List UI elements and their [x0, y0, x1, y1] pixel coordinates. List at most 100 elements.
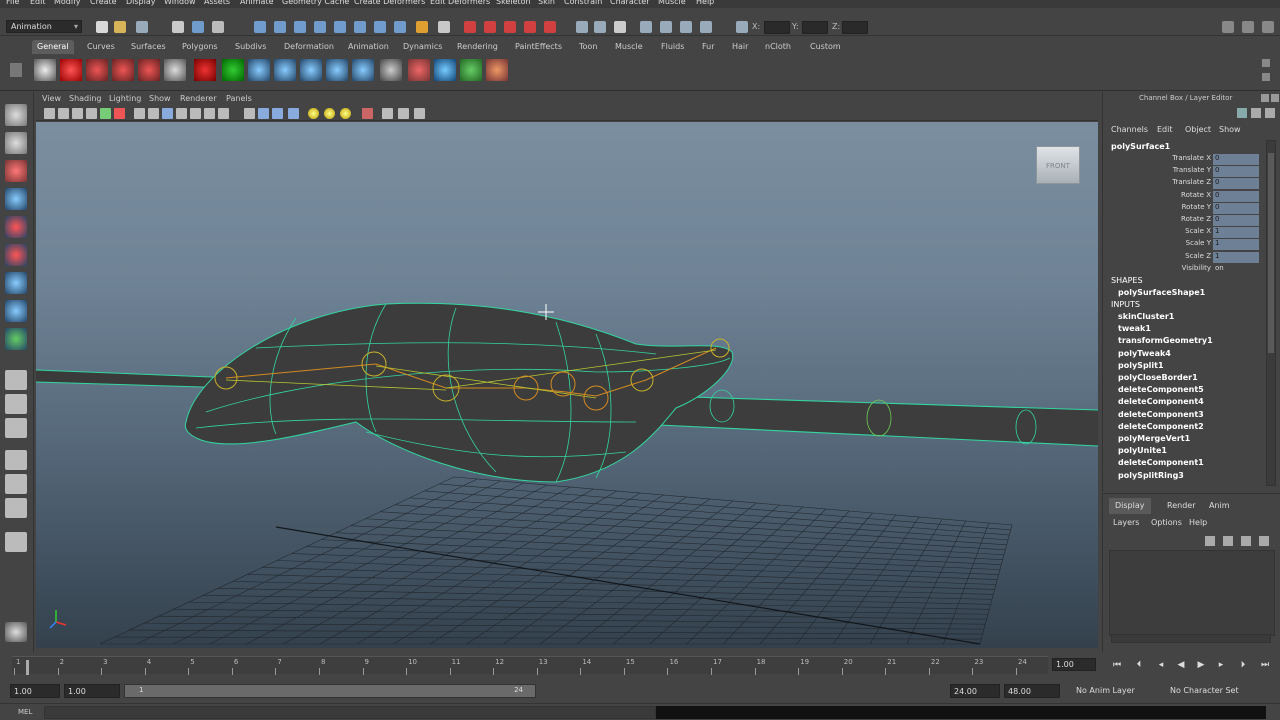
- grease-pencil-icon[interactable]: [114, 108, 125, 119]
- cluster-icon[interactable]: [300, 59, 322, 81]
- make-live-icon[interactable]: [544, 21, 556, 33]
- shelf-tab-surfaces[interactable]: Surfaces: [126, 40, 171, 54]
- wireframe-icon[interactable]: [244, 108, 255, 119]
- select-by-component-icon[interactable]: [212, 21, 224, 33]
- playback-end-field[interactable]: 24.00: [950, 684, 1000, 698]
- menu-create[interactable]: Create: [90, 0, 117, 6]
- menu-edit[interactable]: Edit: [1157, 125, 1173, 134]
- select-surfaces-icon[interactable]: [314, 21, 326, 33]
- channel-row[interactable]: Rotate Z0: [1103, 215, 1259, 227]
- channel-value[interactable]: 1: [1213, 239, 1259, 251]
- menu-character[interactable]: Character: [610, 0, 650, 6]
- current-time-indicator[interactable]: [26, 660, 29, 675]
- menu-skeleton[interactable]: Skeleton: [496, 0, 531, 6]
- camera-attributes-icon[interactable]: [58, 108, 69, 119]
- channel-row[interactable]: Translate Y0: [1103, 166, 1259, 178]
- aim-constraint-icon[interactable]: [460, 59, 482, 81]
- channel-row[interactable]: Scale X1: [1103, 227, 1259, 239]
- construction-history-icon[interactable]: [614, 21, 626, 33]
- paint-select-tool-icon[interactable]: [5, 160, 27, 182]
- select-rendering-icon[interactable]: [374, 21, 386, 33]
- channel-value[interactable]: 1: [1213, 251, 1259, 263]
- menu-show[interactable]: Show: [149, 94, 171, 103]
- perspective-viewport[interactable]: FRONT: [36, 122, 1098, 648]
- layout-settings-icon[interactable]: [5, 622, 27, 642]
- toggle-tool-settings-icon[interactable]: [1242, 21, 1254, 33]
- channel-layer-icon[interactable]: [1265, 108, 1275, 118]
- menu-muscle[interactable]: Muscle: [658, 0, 686, 6]
- field-chart-icon[interactable]: [190, 108, 201, 119]
- channel-box-scrollbar[interactable]: [1266, 140, 1276, 486]
- input-node[interactable]: deleteComponent4: [1118, 397, 1204, 406]
- shelf-tab-fluids[interactable]: Fluids: [656, 40, 689, 54]
- tab-render[interactable]: Render: [1161, 498, 1201, 514]
- menu-options[interactable]: Options: [1151, 518, 1182, 527]
- isolate-select-icon[interactable]: [362, 108, 373, 119]
- wireframe-on-shaded-icon[interactable]: [272, 108, 283, 119]
- shelf-tab-muscle[interactable]: Muscle: [610, 40, 648, 54]
- new-empty-layer-icon[interactable]: [1241, 536, 1251, 546]
- shelf-tab-custom[interactable]: Custom: [805, 40, 846, 54]
- all-lights-icon[interactable]: [324, 108, 335, 119]
- menu-animate[interactable]: Animate: [240, 0, 274, 6]
- layer-list[interactable]: [1109, 550, 1275, 636]
- save-scene-icon[interactable]: [136, 21, 148, 33]
- menu-panels[interactable]: Panels: [226, 94, 252, 103]
- step-back-frame-icon[interactable]: ⏴: [1134, 660, 1144, 670]
- select-camera-icon[interactable]: [44, 108, 55, 119]
- go-to-start-icon[interactable]: ⏮: [1112, 660, 1122, 670]
- select-misc-icon[interactable]: [394, 21, 406, 33]
- menu-help[interactable]: Help: [696, 0, 714, 6]
- input-node[interactable]: skinCluster1: [1118, 312, 1174, 321]
- layer-editor-icon[interactable]: [1251, 108, 1261, 118]
- input-node[interactable]: polyMergeVert1: [1118, 434, 1190, 443]
- step-forward-frame-icon[interactable]: ⏵: [1238, 660, 1248, 670]
- paint-weights-icon[interactable]: [194, 59, 216, 81]
- safe-title-icon[interactable]: [218, 108, 229, 119]
- four-view-layout-icon[interactable]: [5, 394, 27, 414]
- input-node[interactable]: deleteComponent3: [1118, 410, 1204, 419]
- input-node[interactable]: deleteComponent5: [1118, 385, 1204, 394]
- play-backwards-icon[interactable]: ◀: [1176, 660, 1186, 670]
- channel-value[interactable]: 0: [1213, 178, 1259, 190]
- input-node[interactable]: polyCloseBorder1: [1118, 373, 1198, 382]
- new-layer-selected-icon[interactable]: [1259, 536, 1269, 546]
- shelf-tab-painteffects[interactable]: PaintEffects: [510, 40, 567, 54]
- shelf-tab-polygons[interactable]: Polygons: [177, 40, 223, 54]
- shelf-tab-fur[interactable]: Fur: [697, 40, 720, 54]
- render-view-icon[interactable]: [640, 21, 652, 33]
- move-layer-up-icon[interactable]: [1205, 536, 1215, 546]
- show-manipulator-icon[interactable]: [5, 328, 27, 350]
- shelf-tab-deformation[interactable]: Deformation: [279, 40, 339, 54]
- locator-icon[interactable]: [274, 59, 296, 81]
- smooth-shade-icon[interactable]: [258, 108, 269, 119]
- single-perspective-layout-icon[interactable]: [5, 370, 27, 390]
- shadows-icon[interactable]: [340, 108, 351, 119]
- channel-row[interactable]: Scale Z1: [1103, 251, 1259, 264]
- lattice-icon[interactable]: [326, 59, 348, 81]
- playback-start-field[interactable]: 1.00: [64, 684, 120, 698]
- select-tool-icon[interactable]: [5, 104, 27, 126]
- input-node[interactable]: tweak1: [1118, 324, 1151, 333]
- panel-float-icon[interactable]: [1261, 94, 1269, 102]
- ik-handle-icon[interactable]: [112, 59, 134, 81]
- mirror-weights-icon[interactable]: [222, 59, 244, 81]
- new-scene-icon[interactable]: [96, 21, 108, 33]
- menu-assets[interactable]: Assets: [204, 0, 230, 6]
- shape-node[interactable]: polySurfaceShape1: [1118, 288, 1205, 297]
- ipr-render-icon[interactable]: [680, 21, 692, 33]
- render-current-frame-icon[interactable]: [660, 21, 672, 33]
- menu-window[interactable]: Window: [164, 0, 196, 6]
- menu-view[interactable]: View: [42, 94, 61, 103]
- x-field[interactable]: [764, 21, 790, 34]
- outliner-persp-layout-icon[interactable]: [5, 498, 27, 518]
- close-icon[interactable]: [1271, 94, 1279, 102]
- open-scene-icon[interactable]: [114, 21, 126, 33]
- go-to-end-icon[interactable]: ⏭: [1260, 660, 1270, 670]
- command-input[interactable]: [44, 706, 656, 719]
- universal-manipulator-icon[interactable]: [5, 272, 27, 294]
- select-curves-icon[interactable]: [294, 21, 306, 33]
- toggle-attribute-editor-icon[interactable]: [1222, 21, 1234, 33]
- lasso-tool-icon[interactable]: [5, 132, 27, 154]
- current-time-field[interactable]: 1.00: [1052, 658, 1096, 671]
